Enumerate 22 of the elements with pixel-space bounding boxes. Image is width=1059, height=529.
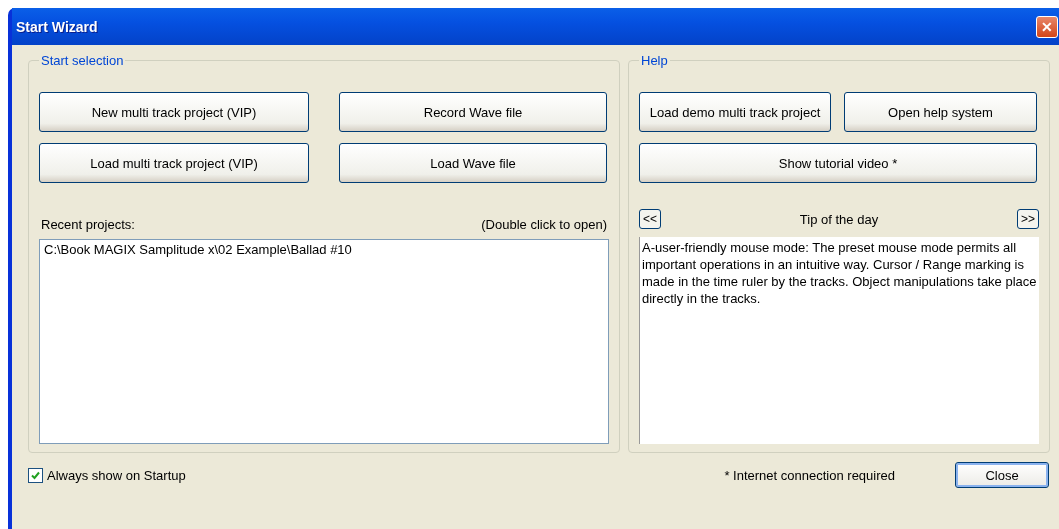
window-title: Start Wizard — [16, 18, 98, 35]
wizard-button[interactable]: Load multi track project (VIP) — [39, 143, 309, 183]
previous-tip-button[interactable]: << — [639, 209, 661, 229]
double-click-hint: (Double click to open) — [481, 216, 607, 232]
group-legend: Start selection — [39, 53, 126, 68]
wizard-button[interactable]: Record Wave file — [339, 92, 607, 132]
tip-text: A-user-friendly mouse mode: The preset mouse mode permits all important operations in an intuitive way. Cursor / Range marking is made in the time ruler by the tracks. Object manipulations take place directly in the tracks. — [639, 237, 1039, 444]
help-button[interactable]: Load demo multi track project — [639, 92, 831, 132]
startup-checkbox[interactable] — [28, 467, 43, 483]
tip-title: Tip of the day — [799, 211, 879, 227]
next-tip-button[interactable]: >> — [1017, 209, 1039, 229]
wizard-button[interactable]: New multi track project (VIP) — [39, 92, 309, 132]
wizard-button[interactable]: Load Wave file — [339, 143, 607, 183]
recent-projects-label: Recent projects: — [41, 216, 135, 232]
close-dialog-button[interactable]: Close — [955, 462, 1049, 488]
recent-project-item[interactable]: C:\Book MAGIX Samplitude x\02 Example\Ballad #10 — [44, 242, 604, 257]
help-button[interactable]: Open help system — [844, 92, 1037, 132]
checkbox-label: Always show on Startup — [47, 467, 186, 483]
close-button[interactable]: ✕ — [1036, 15, 1058, 38]
group-legend: Help — [639, 53, 670, 68]
tutorial-video-button[interactable]: Show tutorial video * — [639, 143, 1037, 183]
internet-note: * Internet connection required — [724, 467, 895, 483]
